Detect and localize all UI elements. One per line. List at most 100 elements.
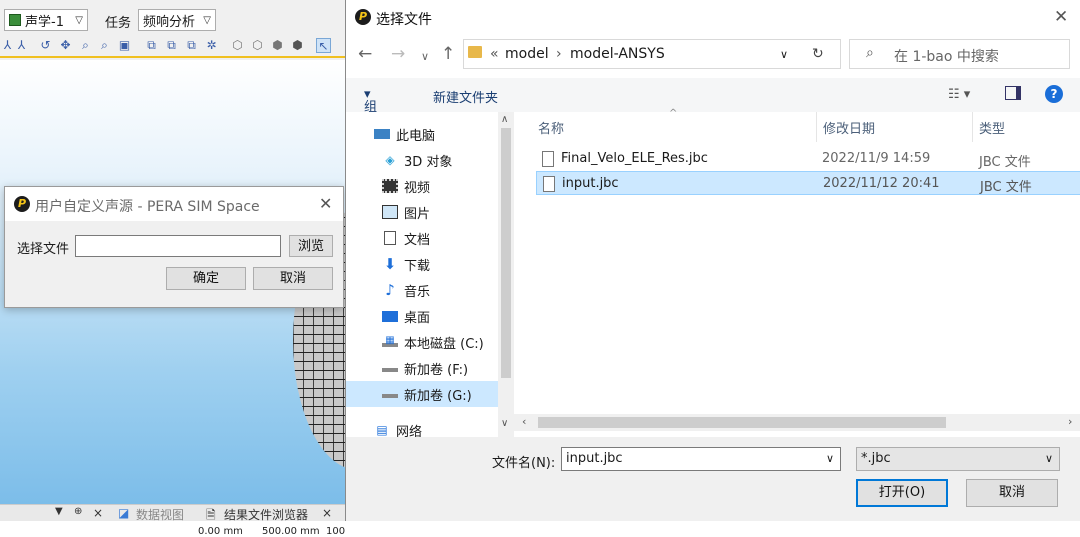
chevron-down-icon[interactable]: ▼ [55,506,63,517]
column-divider[interactable] [816,112,817,142]
file-row[interactable]: Final_Velo_ELE_Res.jbc 2022/11/9 14:59 J… [536,147,1080,171]
view-options-icon[interactable]: ☷ ▾ [948,87,970,102]
settings-icon[interactable]: ✲ [204,38,219,53]
ok-button[interactable]: 确定 [166,267,246,290]
command-bar: 组织 ▾ 新建文件夹 ☷ ▾ ? [346,78,1080,134]
recent-chevron-icon[interactable]: ∨ [421,47,429,67]
nav-item-3d-objects[interactable]: ◈ 3D 对象 [346,147,498,173]
file-label: 选择文件 [17,242,70,257]
navigation-pane: 此电脑 ◈ 3D 对象 视频 图片 文档 ⬇ 下载 ♪ 音乐 桌面 ▦ 本地磁盘… [346,112,514,437]
help-icon[interactable]: ? [1045,85,1063,103]
document-icon [9,14,21,26]
preview-pane-icon[interactable] [1005,86,1021,100]
cube-view-icon[interactable]: ⬡ [250,38,265,53]
nav-item-videos[interactable]: 视频 [346,173,498,199]
breadcrumb-model[interactable]: model [505,46,549,62]
column-divider[interactable] [972,112,973,142]
back-arrow-icon[interactable]: ← [358,44,372,64]
nav-item-network[interactable]: ▤ 网络 [346,417,498,437]
nav-item-drive-f[interactable]: 新加卷 (F:) [346,355,498,381]
rotate-icon[interactable]: ↺ [38,38,53,53]
chevron-down-icon[interactable]: ∨ [1045,448,1053,470]
pan-icon[interactable]: ✥ [58,38,73,53]
search-input[interactable]: 在 1-bao 中搜索 [894,46,999,66]
nav-item-label: 网络 [396,424,423,438]
open-button[interactable]: 打开(O) [856,479,948,507]
refresh-icon[interactable]: ↻ [812,46,824,62]
close-icon[interactable]: ✕ [319,196,332,212]
breadcrumb-model-ansys[interactable]: model-ANSYS [570,46,665,62]
close-icon[interactable]: ✕ [1054,9,1068,26]
copy-view-icon[interactable]: ⧉ [184,38,199,53]
picture-icon [382,205,398,219]
zoom-icon[interactable]: ⌕ [78,38,93,53]
up-arrow-icon[interactable]: ↑ [441,44,455,64]
search-box[interactable]: ⌕ 在 1-bao 中搜索 [849,39,1070,69]
cube-view-icon[interactable]: ⬢ [290,38,305,53]
scroll-right-icon[interactable]: › [1068,415,1072,428]
nav-item-pictures[interactable]: 图片 [346,199,498,225]
forward-arrow-icon[interactable]: → [391,44,405,64]
column-type[interactable]: 类型 [979,118,1005,137]
nav-item-label: 3D 对象 [404,154,453,170]
tab-result-file-browser[interactable]: 结果文件浏览器 [224,506,308,523]
breadcrumb-overflow[interactable]: « [490,46,499,62]
task-label: 任务 [105,16,132,31]
nav-item-downloads[interactable]: ⬇ 下载 [346,251,498,277]
nav-item-drive-g[interactable]: 新加卷 (G:) [346,381,498,407]
document-combo[interactable]: 声学-1 ▽ [4,9,88,31]
organize-button[interactable]: 组织 ▾ [364,87,377,134]
nav-item-desktop[interactable]: 桌面 [346,303,498,329]
tab-data-view[interactable]: 数据视图 [136,506,184,523]
scrollbar-thumb[interactable] [538,417,946,428]
desktop-icon [382,310,398,322]
music-icon: ♪ [385,281,395,299]
nav-item-label: 音乐 [404,284,431,300]
axis-icon[interactable]: ⅄ [0,38,15,53]
nav-item-label: 新加卷 (G:) [404,388,472,404]
scroll-left-icon[interactable]: ‹ [522,415,526,428]
select-cursor-icon[interactable]: ↖ [316,38,331,53]
scrollbar-thumb[interactable] [501,128,511,378]
nav-item-label: 文档 [404,232,431,248]
filename-input[interactable]: input.jbc ∨ [561,447,841,471]
file-list-scrollbar[interactable]: ‹ › [514,414,1080,431]
scroll-down-icon[interactable]: ∨ [501,418,508,429]
browse-button[interactable]: 浏览 [289,235,333,257]
copy-view-icon[interactable]: ⧉ [164,38,179,53]
main-toolbar: 声学-1 ▽ 任务 频响分析 ▽ [0,0,345,34]
dialog-titlebar: P 选择文件 ✕ [346,0,1080,34]
new-folder-button[interactable]: 新建文件夹 [433,87,498,106]
cancel-button[interactable]: 取消 [253,267,333,290]
scroll-up-icon[interactable]: ∧ [501,114,508,125]
video-icon [382,179,398,193]
chevron-down-icon: ▽ [203,14,211,26]
chevron-down-icon[interactable]: ∨ [780,48,788,61]
axis-icon[interactable]: ⅄ [14,38,29,53]
nav-item-this-pc[interactable]: 此电脑 [346,121,498,147]
cube-view-icon[interactable]: ⬡ [230,38,245,53]
nav-item-music[interactable]: ♪ 音乐 [346,277,498,303]
navigation-scrollbar[interactable]: ∧ ∨ [498,112,514,437]
column-date[interactable]: 修改日期 [823,118,875,137]
file-type-filter[interactable]: *.jbc ∨ [856,447,1060,471]
chevron-down-icon[interactable]: ∨ [826,448,834,470]
address-bar[interactable]: « model › model-ANSYS ∨ ↻ [463,39,841,69]
zoom-box-icon[interactable]: ⌕ [97,38,112,53]
view-toolbar: ⅄ ⅄ ↺ ✥ ⌕ ⌕ ▣ ⧉ ⧉ ⧉ ✲ ⬡ ⬡ ⬢ ⬢ ↖ [0,34,345,58]
nav-item-drive-c[interactable]: ▦ 本地磁盘 (C:) [346,329,498,355]
task-combo[interactable]: 频响分析 ▽ [138,9,216,31]
close-icon[interactable]: × [93,506,103,520]
file-path-input[interactable] [75,235,281,257]
column-name[interactable]: 名称 [538,118,564,137]
pin-icon[interactable]: ⊕ [74,506,82,517]
file-row-selected[interactable]: input.jbc 2022/11/12 20:41 JBC 文件 [536,171,1080,195]
cancel-button[interactable]: 取消 [966,479,1058,507]
nav-item-documents[interactable]: 文档 [346,225,498,251]
document-icon [384,231,396,245]
copy-view-icon[interactable]: ⧉ [144,38,159,53]
cube-view-icon[interactable]: ⬢ [270,38,285,53]
fit-view-icon[interactable]: ▣ [117,38,132,53]
close-icon[interactable]: × [322,506,332,520]
file-icon [543,176,555,192]
